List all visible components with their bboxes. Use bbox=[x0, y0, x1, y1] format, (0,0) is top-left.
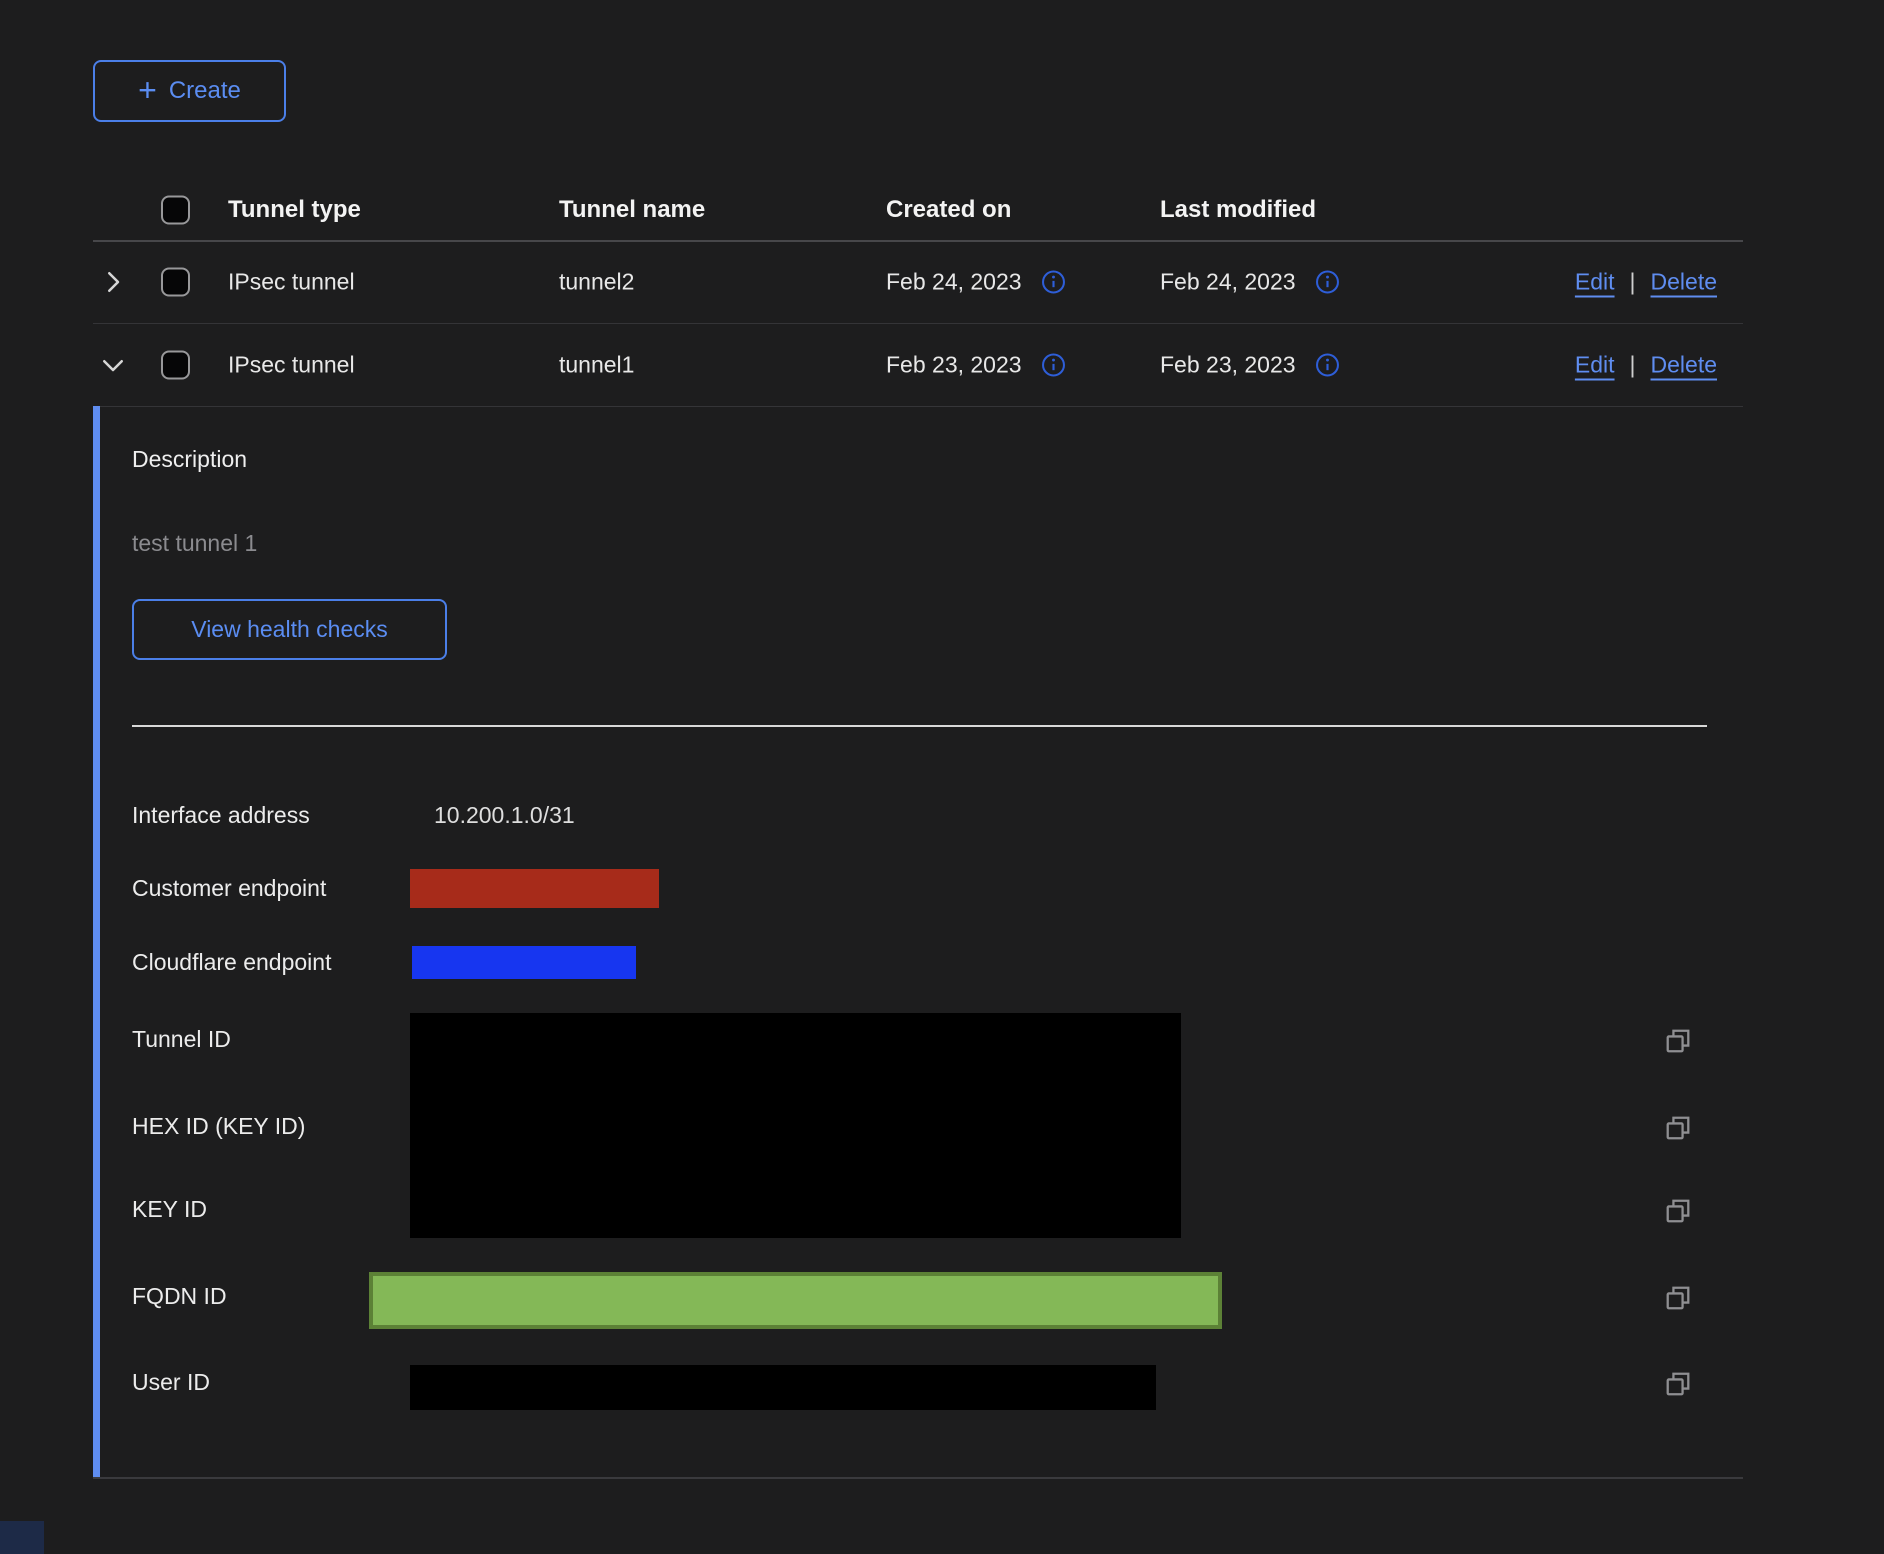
column-header-created-on: Created on bbox=[886, 196, 1011, 224]
info-icon[interactable] bbox=[1040, 351, 1067, 378]
tunnel-name-cell: tunnel1 bbox=[559, 351, 634, 378]
copy-hex-id-button[interactable] bbox=[1662, 1112, 1694, 1144]
cloudflare-endpoint-redaction bbox=[412, 946, 636, 979]
last-modified-cell: Feb 24, 2023 bbox=[1160, 268, 1341, 295]
collapse-row-button[interactable] bbox=[95, 347, 131, 383]
info-icon[interactable] bbox=[1040, 268, 1067, 295]
created-on-date: Feb 23, 2023 bbox=[886, 351, 1022, 378]
expanded-panel-accent-border bbox=[93, 406, 100, 1477]
delete-link[interactable]: Delete bbox=[1651, 351, 1717, 378]
ids-redaction-block bbox=[410, 1013, 1181, 1238]
copy-fqdn-id-button[interactable] bbox=[1662, 1282, 1694, 1314]
action-separator: | bbox=[1630, 268, 1636, 295]
copy-user-id-button[interactable] bbox=[1662, 1368, 1694, 1400]
copy-icon bbox=[1662, 1368, 1694, 1400]
created-on-cell: Feb 23, 2023 bbox=[886, 351, 1067, 378]
select-all-checkbox[interactable] bbox=[161, 196, 190, 225]
row-actions: Edit | Delete bbox=[1575, 268, 1717, 295]
customer-endpoint-redaction bbox=[410, 869, 659, 908]
action-separator: | bbox=[1630, 351, 1636, 378]
interface-address-value: 10.200.1.0/31 bbox=[434, 802, 575, 829]
hex-id-label: HEX ID (KEY ID) bbox=[132, 1113, 305, 1140]
copy-tunnel-id-button[interactable] bbox=[1662, 1025, 1694, 1057]
interface-address-label: Interface address bbox=[132, 802, 310, 829]
fqdn-id-redaction bbox=[369, 1272, 1222, 1329]
create-button[interactable]: + Create bbox=[93, 60, 286, 122]
corner-accent-swatch bbox=[0, 1521, 44, 1554]
row-checkbox[interactable] bbox=[161, 267, 190, 296]
fqdn-id-label: FQDN ID bbox=[132, 1283, 227, 1310]
last-modified-date: Feb 24, 2023 bbox=[1160, 268, 1296, 295]
tunnel-id-label: Tunnel ID bbox=[132, 1026, 231, 1053]
tunnel-type-cell: IPsec tunnel bbox=[228, 268, 355, 295]
key-id-label: KEY ID bbox=[132, 1196, 207, 1223]
tunnels-page: { "create": { "label": "Create" }, "tabl… bbox=[0, 0, 1884, 1554]
table-header-row: Tunnel type Tunnel name Created on Last … bbox=[93, 180, 1743, 242]
expand-row-button[interactable] bbox=[95, 264, 131, 300]
tunnel-name-cell: tunnel2 bbox=[559, 268, 634, 295]
table-row: IPsec tunnel tunnel2 Feb 24, 2023 Feb 24… bbox=[93, 240, 1743, 324]
table-row: IPsec tunnel tunnel1 Feb 23, 2023 Feb 23… bbox=[93, 323, 1743, 407]
info-icon[interactable] bbox=[1314, 268, 1341, 295]
panel-bottom-divider bbox=[93, 1477, 1743, 1479]
created-on-date: Feb 24, 2023 bbox=[886, 268, 1022, 295]
chevron-right-icon bbox=[98, 267, 128, 297]
row-actions: Edit | Delete bbox=[1575, 351, 1717, 378]
last-modified-cell: Feb 23, 2023 bbox=[1160, 351, 1341, 378]
row-checkbox[interactable] bbox=[161, 350, 190, 379]
last-modified-date: Feb 23, 2023 bbox=[1160, 351, 1296, 378]
copy-icon bbox=[1662, 1025, 1694, 1057]
edit-link[interactable]: Edit bbox=[1575, 351, 1615, 378]
created-on-cell: Feb 24, 2023 bbox=[886, 268, 1067, 295]
copy-key-id-button[interactable] bbox=[1662, 1195, 1694, 1227]
create-button-label: Create bbox=[169, 77, 241, 105]
chevron-down-icon bbox=[98, 350, 128, 380]
cloudflare-endpoint-label: Cloudflare endpoint bbox=[132, 949, 331, 976]
edit-link[interactable]: Edit bbox=[1575, 268, 1615, 295]
description-label: Description bbox=[132, 446, 247, 473]
section-divider bbox=[132, 725, 1707, 727]
delete-link[interactable]: Delete bbox=[1651, 268, 1717, 295]
copy-icon bbox=[1662, 1195, 1694, 1227]
column-header-tunnel-type: Tunnel type bbox=[228, 196, 361, 224]
info-icon[interactable] bbox=[1314, 351, 1341, 378]
customer-endpoint-label: Customer endpoint bbox=[132, 875, 326, 902]
description-value: test tunnel 1 bbox=[132, 530, 257, 557]
copy-icon bbox=[1662, 1112, 1694, 1144]
column-header-last-modified: Last modified bbox=[1160, 196, 1316, 224]
tunnel-type-cell: IPsec tunnel bbox=[228, 351, 355, 378]
column-header-tunnel-name: Tunnel name bbox=[559, 196, 705, 224]
view-health-checks-button[interactable]: View health checks bbox=[132, 599, 447, 660]
plus-icon: + bbox=[138, 74, 157, 106]
user-id-label: User ID bbox=[132, 1369, 210, 1396]
user-id-redaction bbox=[410, 1365, 1156, 1410]
copy-icon bbox=[1662, 1282, 1694, 1314]
